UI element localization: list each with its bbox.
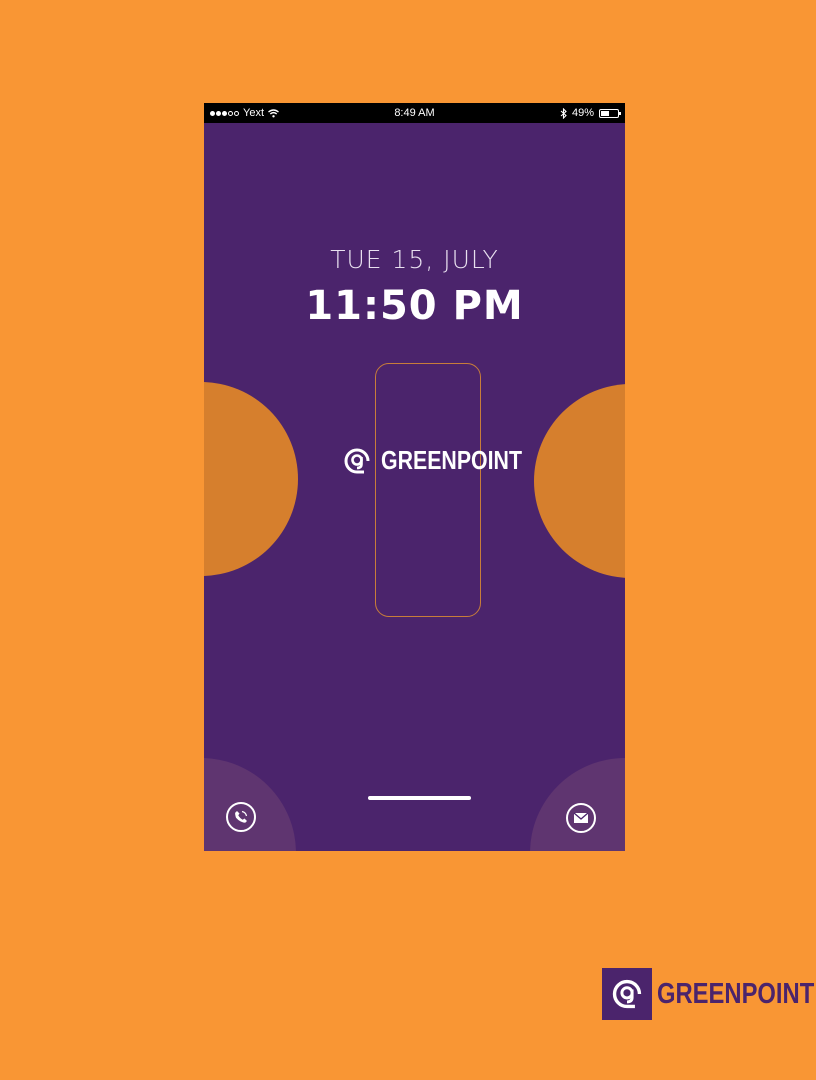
phone-glyph-icon <box>235 810 248 823</box>
home-indicator[interactable] <box>368 796 471 800</box>
brand-logo: GREENPOINT <box>602 968 816 1020</box>
greenpoint-logo-icon <box>344 448 370 473</box>
left-orange-circle <box>204 382 298 576</box>
brand-name: GREENPOINT <box>657 977 815 1010</box>
bluetooth-icon <box>560 107 567 119</box>
greenpoint-brand-icon <box>612 979 642 1009</box>
battery-level-fill <box>601 110 609 116</box>
brand-logo-box <box>602 968 652 1020</box>
battery-icon <box>599 108 621 118</box>
status-right: 49% <box>560 103 621 123</box>
page-background: Yext 8:49 AM 49% TUE 15, JULY 11:50 PM G… <box>0 0 816 1080</box>
lock-screen-date: TUE 15, JULY <box>330 245 499 274</box>
right-orange-circle <box>534 384 625 578</box>
center-logo: GREENPOINT <box>342 445 553 476</box>
phone-screen: Yext 8:49 AM 49% TUE 15, JULY 11:50 PM G… <box>204 103 625 851</box>
status-bar: Yext 8:49 AM 49% <box>204 103 625 123</box>
unlock-slider-track[interactable] <box>375 363 481 617</box>
mail-icon[interactable] <box>566 803 596 833</box>
phone-icon[interactable] <box>226 802 256 832</box>
battery-percent: 49% <box>571 107 594 119</box>
lock-screen-time: 11:50 PM <box>305 283 524 329</box>
center-logo-text: GREENPOINT <box>381 445 522 475</box>
envelope-glyph-icon <box>573 812 589 823</box>
